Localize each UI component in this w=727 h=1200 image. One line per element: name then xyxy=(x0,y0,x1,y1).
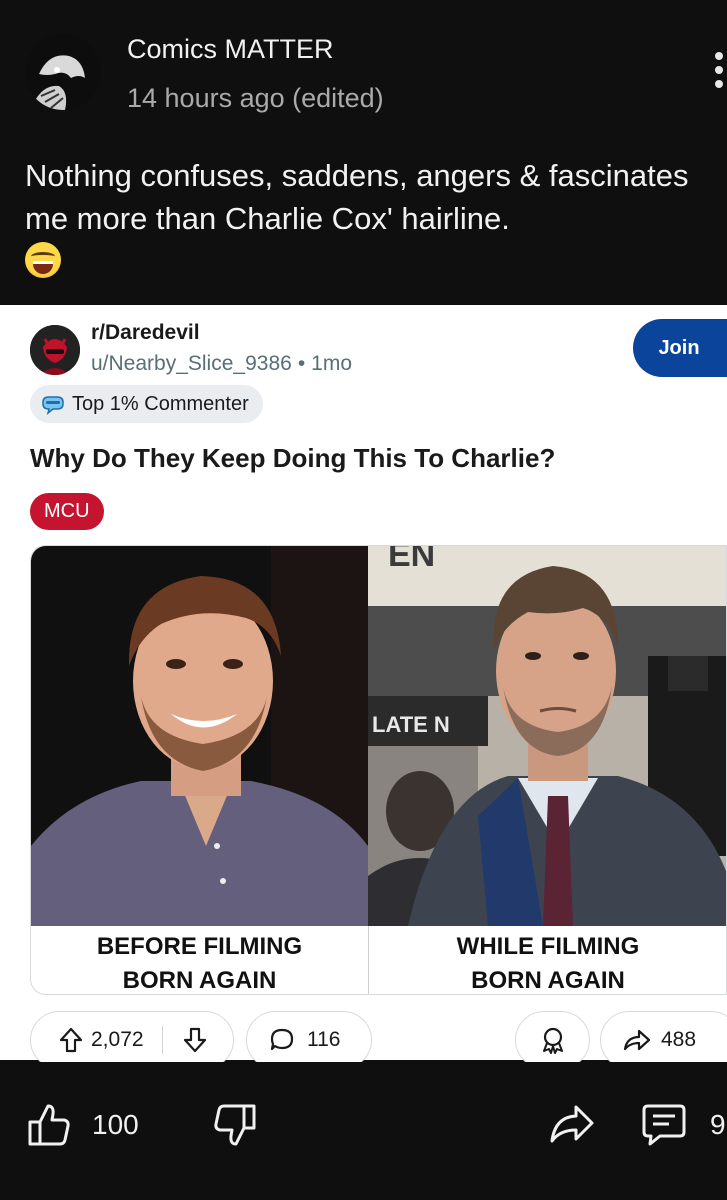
laughing-tears-emoji-icon xyxy=(25,242,61,278)
like-count: 100 xyxy=(92,1109,139,1140)
award-icon xyxy=(542,1027,563,1054)
embed-action-row: 2,072 116 488 xyxy=(0,1011,727,1069)
comments-button[interactable]: 116 xyxy=(246,1011,372,1069)
subreddit-name[interactable]: r/Daredevil xyxy=(91,321,200,345)
author-name[interactable]: Comics MATTER xyxy=(127,34,334,65)
comment-count: 116 xyxy=(307,1028,341,1051)
bottom-action-bar: 100 9 xyxy=(0,1062,727,1200)
share-arrow-icon xyxy=(623,1029,651,1051)
like-button[interactable]: 100 xyxy=(26,1102,139,1148)
post-meta: u/Nearby_Slice_9386 • 1mo xyxy=(91,352,352,376)
dislike-button[interactable] xyxy=(212,1102,258,1148)
upvote-count: 2,072 xyxy=(91,1028,144,1051)
share-post-button[interactable] xyxy=(548,1102,596,1146)
caption-before-line2: BORN AGAIN xyxy=(122,967,277,994)
post-title[interactable]: Why Do They Keep Doing This To Charlie? xyxy=(30,443,555,474)
caption-while-line1: WHILE FILMING xyxy=(456,933,640,960)
comment-bubble-icon xyxy=(270,1028,294,1051)
share-count: 488 xyxy=(661,1028,697,1051)
post-header: Comics MATTER 14 hours ago (edited) xyxy=(0,0,727,150)
post-text: Nothing confuses, saddens, angers & fasc… xyxy=(25,158,689,236)
subreddit-avatar[interactable] xyxy=(30,325,80,375)
background-sign-text: LATE N xyxy=(372,712,450,737)
award-button[interactable] xyxy=(515,1011,590,1069)
comments-open-button[interactable]: 9 xyxy=(640,1102,726,1148)
vote-divider xyxy=(161,1026,163,1054)
photo-before-filming xyxy=(31,546,368,926)
user-flair-badge: Top 1% Commenter xyxy=(30,385,263,423)
caption-before: BEFORE FILMING BORN AGAIN xyxy=(31,930,368,994)
caption-while: WHILE FILMING BORN AGAIN xyxy=(368,930,726,994)
photo-while-filming: EN LATE N xyxy=(368,546,726,926)
thumbs-up-icon xyxy=(28,1104,70,1146)
join-button[interactable]: Join xyxy=(633,319,727,377)
op-username[interactable]: u/Nearby_Slice_9386 xyxy=(91,352,292,375)
comments-icon xyxy=(642,1104,686,1146)
post-image[interactable]: EN LATE N BEFORE FILMING BORN AGAIN WHIL… xyxy=(30,545,727,995)
comments-count: 9 xyxy=(710,1109,726,1140)
share-button[interactable]: 488 xyxy=(600,1011,727,1069)
post-age: 1mo xyxy=(311,352,353,375)
post-flair-tag[interactable]: MCU xyxy=(30,493,104,530)
vote-control: 2,072 xyxy=(30,1011,234,1069)
reddit-embed-card[interactable]: r/Daredevil u/Nearby_Slice_9386 • 1mo Join… xyxy=(0,305,727,1069)
downvote-icon[interactable] xyxy=(183,1027,207,1053)
thumbs-down-icon xyxy=(214,1104,256,1146)
more-options-icon[interactable] xyxy=(712,52,726,92)
post-body: Nothing confuses, saddens, angers & fasc… xyxy=(25,154,715,283)
upvote-icon[interactable] xyxy=(59,1027,83,1053)
share-icon xyxy=(550,1105,594,1143)
user-flair-label: Top 1% Commenter xyxy=(72,392,249,415)
svg-text:EN: EN xyxy=(388,546,435,574)
commenter-badge-icon xyxy=(42,396,64,415)
post-timestamp: 14 hours ago (edited) xyxy=(127,83,384,113)
caption-while-line2: BORN AGAIN xyxy=(471,967,625,994)
caption-before-line1: BEFORE FILMING xyxy=(96,933,303,960)
author-avatar[interactable] xyxy=(25,34,101,110)
separator-dot: • xyxy=(297,352,306,375)
